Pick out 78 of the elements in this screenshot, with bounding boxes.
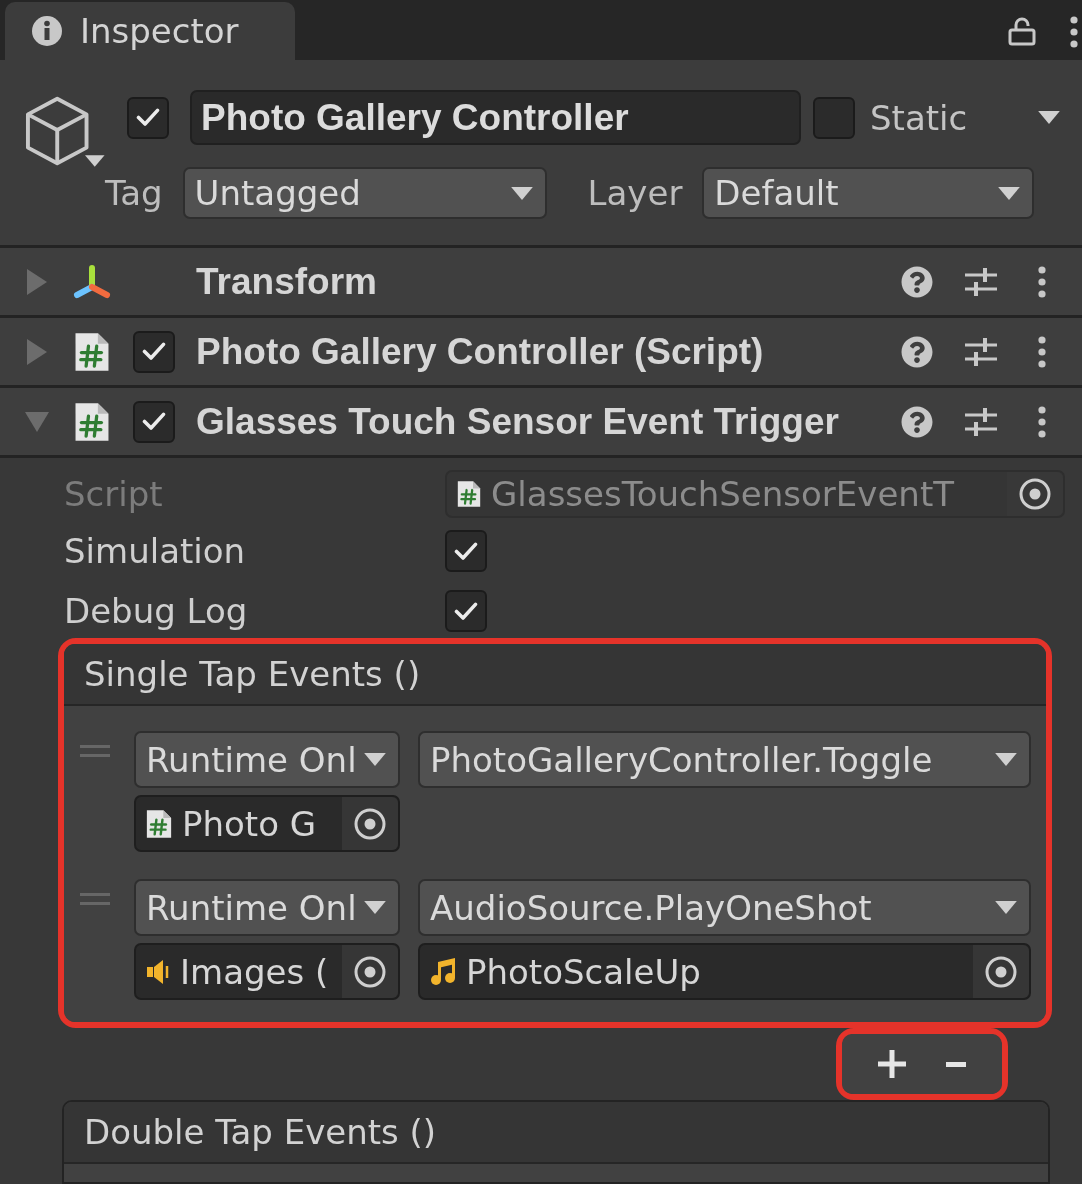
checkbox[interactable] [127, 96, 169, 139]
more-options-icon[interactable] [1070, 16, 1078, 48]
more-options-icon[interactable] [1038, 335, 1046, 368]
add-button[interactable] [878, 1050, 906, 1078]
sliders-icon[interactable] [964, 265, 998, 298]
caret-icon [364, 901, 386, 914]
cube-icon[interactable] [25, 95, 90, 167]
caret-icon [85, 155, 105, 167]
more-options-icon[interactable] [1038, 405, 1046, 438]
object-picker-button[interactable] [342, 945, 398, 998]
checkbox[interactable] [133, 400, 175, 443]
caret-icon [1038, 111, 1060, 124]
component-title: Glasses Touch Sensor Event Trigger [196, 403, 839, 440]
checkmark-icon [454, 601, 478, 621]
tag-dropdown[interactable]: Untagged [182, 167, 547, 219]
caret-icon [995, 901, 1017, 914]
checkmark-icon [142, 342, 166, 361]
minus-icon [946, 1061, 966, 1067]
caret-icon [364, 753, 386, 766]
layer-dropdown[interactable]: Default [702, 167, 1035, 219]
inspector-tab[interactable]: Inspector [5, 2, 295, 60]
function-dropdown[interactable]: PhotoGalleryController.Toggle [418, 731, 1031, 788]
drag-handle-icon[interactable] [80, 893, 110, 905]
help-icon[interactable] [901, 405, 933, 438]
plus-icon [878, 1050, 906, 1078]
script-file-icon [74, 331, 110, 372]
object-picker-button[interactable] [342, 797, 398, 850]
event-list-header: Double Tap Events () [64, 1102, 1048, 1164]
music-note-icon [430, 957, 456, 986]
info-icon [32, 16, 62, 46]
field-label: Debug Log [64, 594, 249, 628]
object-field[interactable]: Images ( [134, 943, 400, 1000]
object-field[interactable]: Photo G [134, 795, 400, 852]
static-label: Static [870, 100, 968, 135]
layer-label: Layer [587, 176, 683, 210]
target-icon [354, 807, 386, 840]
checkbox[interactable] [445, 590, 487, 632]
sliders-icon[interactable] [964, 405, 998, 438]
more-options-icon[interactable] [1038, 265, 1046, 298]
script-file-icon [74, 401, 110, 442]
script-file-icon [146, 808, 172, 839]
script-file-icon [457, 480, 481, 508]
component-header[interactable]: Transform [0, 248, 1082, 318]
tag-label: Tag [105, 176, 163, 210]
component-header[interactable]: Glasses Touch Sensor Event Trigger [0, 388, 1082, 458]
component-header[interactable]: Photo Gallery Controller (Script) [0, 318, 1082, 388]
lock-icon[interactable] [1008, 16, 1036, 46]
checkmark-icon [454, 541, 478, 561]
help-icon[interactable] [901, 265, 933, 298]
static-flags-button[interactable] [1038, 111, 1060, 124]
caret-icon [510, 186, 533, 200]
field-label: Script [64, 477, 164, 511]
field-label: Simulation [64, 534, 247, 568]
caret-icon [998, 186, 1021, 200]
speaker-icon [146, 958, 170, 985]
function-dropdown[interactable]: AudioSource.PlayOneShot [418, 879, 1031, 936]
target-icon [985, 955, 1017, 988]
transform-axes-icon [72, 263, 112, 300]
target-icon [1019, 478, 1051, 510]
component-title: Photo Gallery Controller (Script) [196, 333, 764, 370]
checkmark-icon [136, 108, 160, 127]
checkbox[interactable] [133, 330, 175, 373]
remove-button[interactable] [946, 1061, 966, 1067]
drag-handle-icon[interactable] [80, 745, 110, 757]
checkbox[interactable] [445, 530, 487, 572]
name-field[interactable]: Photo Gallery Controller [190, 90, 801, 145]
event-list-header: Single Tap Events () [64, 644, 1046, 706]
caret-icon [995, 753, 1017, 766]
object-field[interactable]: PhotoScaleUp [418, 943, 1031, 1000]
call-state-dropdown[interactable]: Runtime Onl [134, 879, 400, 936]
call-state-dropdown[interactable]: Runtime Onl [134, 731, 400, 788]
object-picker-button[interactable] [973, 945, 1029, 998]
target-icon [354, 955, 386, 988]
help-icon[interactable] [901, 335, 933, 368]
sliders-icon[interactable] [964, 335, 998, 368]
checkbox[interactable] [813, 96, 855, 139]
checkmark-icon [142, 412, 166, 431]
component-title: Transform [196, 263, 377, 300]
